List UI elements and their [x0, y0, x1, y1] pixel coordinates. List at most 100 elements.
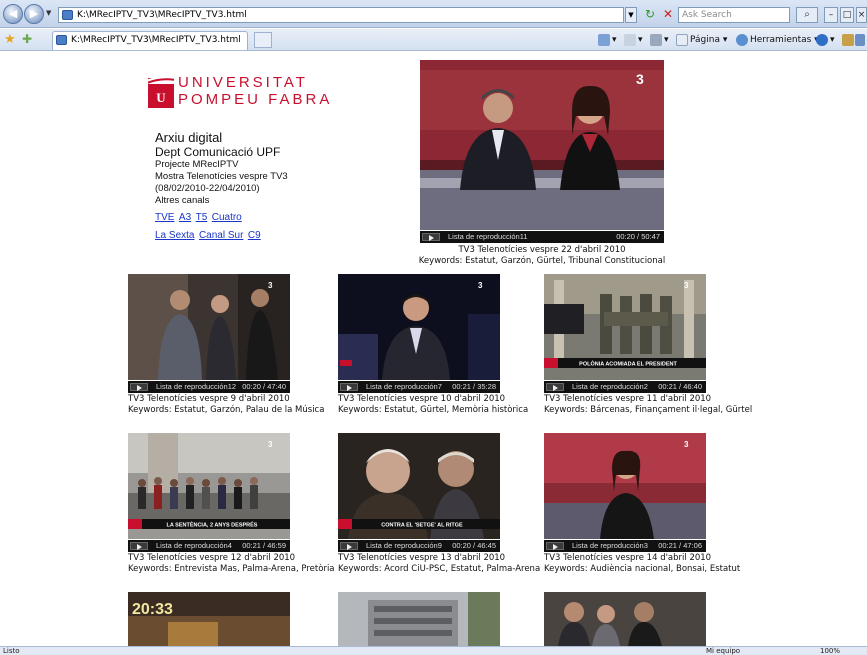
video-thumbnail[interactable]: 3 [544, 433, 706, 539]
search-input[interactable]: Ask Search [678, 7, 790, 23]
new-tab-button[interactable] [254, 32, 272, 48]
video-thumbnail[interactable]: 3 [338, 274, 500, 380]
page-content: U UNIVERSITAT POMPEU FABRA Arxiu digital… [0, 52, 867, 646]
play-button[interactable] [546, 383, 564, 391]
department: Dept Comunicació UPF [155, 145, 281, 159]
play-button[interactable] [340, 383, 358, 391]
video-title: TV3 Telenotícies vespre 13 d'abril 2010 [338, 553, 506, 563]
channel-link[interactable]: TVE [155, 212, 174, 223]
help-button[interactable]: ▾ [816, 33, 835, 47]
video-thumbnail[interactable]: 20:33 [128, 592, 290, 646]
play-button[interactable] [130, 383, 148, 391]
video-thumbnail[interactable] [544, 592, 706, 646]
video-card[interactable]: 3 Lista de reproducción7 00:21 / 35:28 T… [338, 274, 538, 426]
svg-text:3: 3 [684, 440, 689, 449]
maximize-button[interactable]: □ [840, 7, 854, 23]
playlist-name: Lista de reproducción4 [156, 541, 232, 550]
play-button[interactable] [340, 542, 358, 550]
video-card[interactable]: CONTRA EL 'SETGE' AL RITGE Lista de repr… [338, 433, 541, 585]
address-text: K:\MRecIPTV_TV3\MRecIPTV_TV3.html [77, 10, 247, 20]
player-bar: Lista de reproducción3 00:21 / 47:06 [544, 540, 706, 552]
archive-title: Arxiu digital [155, 130, 223, 145]
messenger-button[interactable] [855, 33, 867, 47]
address-input[interactable]: K:\MRecIPTV_TV3\MRecIPTV_TV3.html [58, 7, 624, 23]
svg-text:3: 3 [636, 71, 644, 87]
channel-link[interactable]: Canal Sur [199, 230, 243, 241]
other-channels-label: Altres canals [155, 195, 210, 206]
page-menu[interactable]: Página ▾ [676, 33, 727, 47]
channel-link[interactable]: C9 [248, 230, 261, 241]
address-dropdown-icon[interactable]: ▼ [625, 7, 637, 23]
channel-link[interactable]: La Sexta [155, 230, 194, 241]
messenger-icon [855, 33, 865, 46]
zoom-level[interactable]: 100% [820, 647, 840, 655]
minimize-button[interactable]: – [824, 7, 838, 23]
channel-link[interactable]: Cuatro [212, 212, 242, 223]
tools-menu[interactable]: Herramientas ▾ [736, 33, 819, 47]
news-banner: LA SENTÈNCIA, 2 ANYS DESPRÉS [167, 521, 258, 529]
sample-description: Mostra Telenotícies vespre TV3 [155, 171, 288, 182]
tab-active[interactable]: K:\MRecIPTV_TV3\MRecIPTV_TV3.html [52, 31, 248, 50]
home-button[interactable]: ▾ [598, 33, 617, 47]
video-card[interactable]: 3 Lista de reproducción12 00:20 / 47:40 … [128, 274, 328, 426]
channel-link[interactable]: T5 [196, 212, 208, 223]
video-card[interactable]: 3 Lista de reproducción3 00:21 / 47:06 T… [544, 433, 756, 585]
video-keywords: Keywords: Bárcenas, Finançament il·legal… [544, 405, 753, 415]
featured-video[interactable]: 3 Lista de reproducción11 00:20 / 50:47 … [419, 60, 665, 272]
feeds-button[interactable]: ▾ [624, 33, 643, 47]
video-card[interactable]: 20:33 [128, 592, 290, 646]
play-button[interactable] [546, 542, 564, 550]
add-favorite-icon[interactable]: ✚ [22, 32, 32, 46]
channel-link[interactable]: A3 [179, 212, 191, 223]
history-dropdown-icon[interactable]: ▼ [46, 9, 51, 17]
research-button[interactable] [842, 33, 856, 47]
video-card[interactable]: LA SENTÈNCIA, 2 ANYS DESPRÉS 3 Lista de … [128, 433, 335, 585]
print-button[interactable]: ▾ [650, 33, 669, 47]
playback-time: 00:20 / 47:40 [242, 382, 286, 391]
back-button[interactable]: ◀ [3, 4, 23, 24]
playback-time: 00:21 / 47:06 [658, 541, 702, 550]
tab-title: K:\MRecIPTV_TV3\MRecIPTV_TV3.html [71, 35, 241, 45]
page-icon [56, 35, 67, 45]
video-card[interactable]: POLÒNIA ACOMIADA EL PRESIDENT 3 Lista de… [544, 274, 756, 426]
tools-icon [736, 33, 748, 46]
tab-toolbar: ★ ✚ K:\MRecIPTV_TV3\MRecIPTV_TV3.html ▾ … [0, 29, 867, 51]
search-icon[interactable]: ⌕ [796, 7, 818, 23]
playlist-name: Lista de reproducción12 [156, 382, 237, 391]
video-title: TV3 Telenotícies vespre 12 d'abril 2010 [128, 553, 296, 563]
channel-links-row1: TVE A3 T5 Cuatro [155, 207, 288, 225]
featured-player-bar: Lista de reproducción11 00:20 / 50:47 [420, 231, 664, 243]
video-thumbnail[interactable]: POLÒNIA ACOMIADA EL PRESIDENT 3 [544, 274, 706, 380]
forward-button[interactable]: ▶ [24, 4, 44, 24]
archive-info: Arxiu digital Dept Comunicació UPF Proje… [155, 130, 288, 243]
play-button[interactable] [422, 233, 440, 241]
svg-text:3: 3 [478, 281, 483, 290]
status-bar: Listo Mi equipo 100% [0, 646, 867, 655]
play-button[interactable] [130, 542, 148, 550]
page-menu-icon [676, 33, 688, 46]
video-thumbnail[interactable] [338, 592, 500, 646]
video-card[interactable] [338, 592, 500, 646]
video-title: TV3 Telenotícies vespre 11 d'abril 2010 [544, 394, 712, 404]
page-icon [62, 10, 73, 20]
video-keywords: Keywords: Acord CiU-PSC, Estatut, Palma-… [338, 564, 541, 574]
favorites-star-icon[interactable]: ★ [4, 32, 16, 47]
channel-links-row2: La Sexta Canal Sur C9 [155, 225, 288, 243]
video-thumbnail[interactable]: 3 [128, 274, 290, 380]
video-card[interactable] [544, 592, 706, 646]
close-button[interactable]: × [856, 7, 867, 23]
player-bar: Lista de reproducción4 00:21 / 46:59 [128, 540, 290, 552]
stop-icon[interactable]: ✕ [660, 7, 676, 23]
refresh-icon[interactable]: ↻ [641, 7, 659, 23]
playlist-name: Lista de reproducción2 [572, 382, 648, 391]
svg-text:3: 3 [268, 440, 273, 449]
playlist-name: Lista de reproducción9 [366, 541, 442, 550]
svg-text:U: U [156, 90, 166, 105]
video-thumbnail[interactable]: LA SENTÈNCIA, 2 ANYS DESPRÉS 3 [128, 433, 290, 539]
video-keywords: Keywords: Estatut, Gürtel, Memòria histò… [338, 405, 529, 415]
status-text: Listo [3, 647, 20, 655]
featured-video-thumbnail[interactable]: 3 [420, 60, 664, 230]
video-keywords: Keywords: Audiència nacional, Bonsai, Es… [544, 564, 741, 574]
video-thumbnail[interactable]: CONTRA EL 'SETGE' AL RITGE [338, 433, 500, 539]
date-range: (08/02/2010-22/04/2010) [155, 183, 260, 194]
